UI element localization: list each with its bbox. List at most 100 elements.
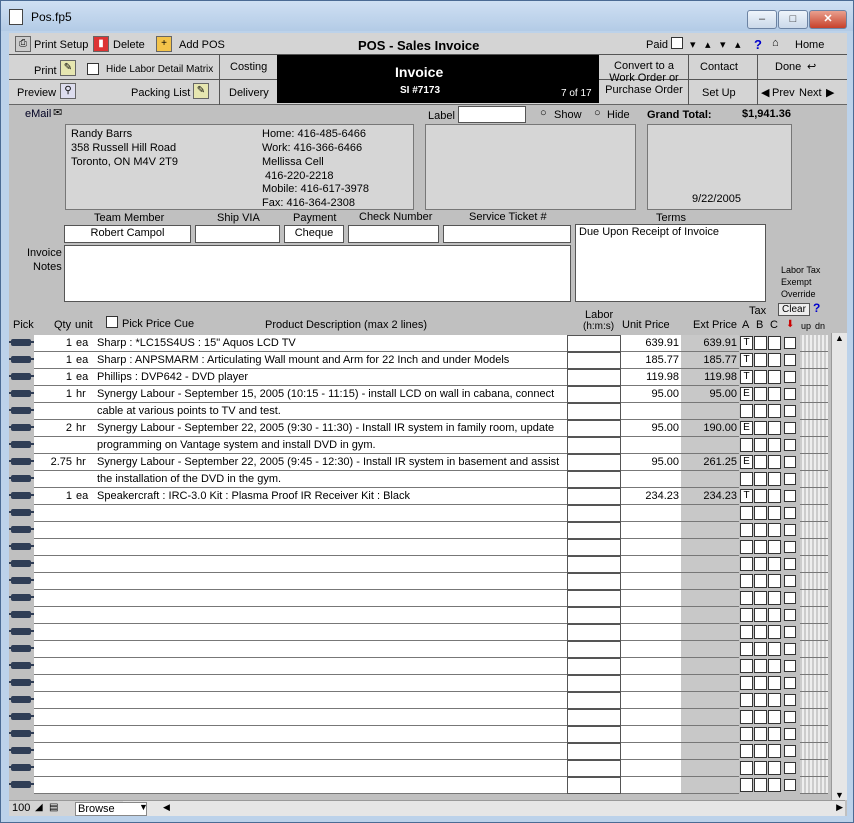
reorder-handle[interactable] [800,335,828,352]
tax-c-cell[interactable] [768,540,781,554]
unit-cell[interactable]: ea [74,335,95,352]
tax-a-cell[interactable] [740,438,753,452]
labor-tax-override-checkbox[interactable] [784,745,796,757]
pick-icon[interactable] [9,713,34,720]
tax-b-cell[interactable] [754,608,767,622]
labor-tax-override-checkbox[interactable] [784,660,796,672]
tax-a-cell[interactable] [740,540,753,554]
unit-price-cell[interactable]: 234.23 [621,488,681,505]
tax-c-cell[interactable] [768,472,781,486]
pick-icon[interactable] [9,560,34,567]
tax-b-cell[interactable] [754,642,767,656]
unit-cell[interactable]: hr [74,420,95,437]
label-input[interactable] [458,106,526,123]
qty-cell[interactable] [34,709,74,726]
tax-b-cell[interactable] [754,693,767,707]
tax-b-cell[interactable] [754,761,767,775]
unit-price-cell[interactable]: 95.00 [621,420,681,437]
reorder-handle[interactable] [800,675,828,692]
next-button[interactable]: Next [799,87,822,99]
unit-cell[interactable] [74,675,95,692]
zoom-icon[interactable]: ◢ [35,802,43,813]
labor-tax-override-checkbox[interactable] [784,643,796,655]
pick-icon[interactable] [9,645,34,652]
pick-icon[interactable] [9,356,34,363]
pick-icon[interactable] [9,492,34,499]
unit-cell[interactable]: hr [74,454,95,471]
tax-b-cell[interactable] [754,574,767,588]
pick-icon[interactable] [9,407,34,414]
tax-a-cell[interactable] [740,523,753,537]
description-cell[interactable] [95,539,567,556]
unit-cell[interactable] [74,607,95,624]
show-radio[interactable]: ○ [540,107,547,119]
tax-c-cell[interactable] [768,574,781,588]
unit-cell[interactable]: hr [74,386,95,403]
pick-icon[interactable] [9,441,34,448]
pick-icon[interactable] [9,526,34,533]
last-record-icon[interactable]: ▾ [720,38,726,51]
pick-icon[interactable] [9,339,34,346]
labor-tax-override-checkbox[interactable] [784,779,796,791]
pick-icon[interactable] [9,696,34,703]
qty-cell[interactable] [34,556,74,573]
layout-icon[interactable]: ▤ [49,802,58,813]
qty-cell[interactable] [34,590,74,607]
description-cell[interactable]: programming on Vantage system and instal… [95,437,567,454]
labor-cell[interactable] [567,539,621,556]
tax-b-cell[interactable] [754,778,767,792]
ship-via-field[interactable] [195,225,280,243]
reorder-handle[interactable] [800,658,828,675]
service-ticket-field[interactable] [443,225,571,243]
tax-c-cell[interactable] [768,727,781,741]
paid-checkbox[interactable] [671,37,683,49]
description-cell[interactable]: Phillips : DVP642 - DVD player [95,369,567,386]
labor-tax-override-checkbox[interactable] [784,728,796,740]
description-cell[interactable] [95,743,567,760]
reorder-handle[interactable] [800,641,828,658]
labor-cell[interactable] [567,335,621,352]
tax-c-cell[interactable] [768,506,781,520]
magnifier-icon[interactable]: ⚲ [60,83,76,99]
print-setup-button[interactable]: Print Setup [34,39,88,51]
reorder-handle[interactable] [800,607,828,624]
unit-price-cell[interactable] [621,624,681,641]
tax-b-cell[interactable] [754,404,767,418]
description-cell[interactable] [95,590,567,607]
qty-cell[interactable] [34,505,74,522]
reorder-handle[interactable] [800,454,828,471]
tax-b-cell[interactable] [754,676,767,690]
description-cell[interactable]: Sharp : *LC15S4US : 15" Aquos LCD TV [95,335,567,352]
tax-b-cell[interactable] [754,472,767,486]
tax-a-cell[interactable] [740,608,753,622]
scroll-up-icon[interactable]: ▲ [835,333,844,343]
invoice-notes-field[interactable] [64,245,571,302]
pick-icon[interactable] [9,747,34,754]
reorder-handle[interactable] [800,437,828,454]
tax-b-cell[interactable] [754,557,767,571]
labor-tax-override-checkbox[interactable] [784,388,796,400]
prev-button[interactable]: Prev [772,87,795,99]
reorder-handle[interactable] [800,522,828,539]
description-cell[interactable]: Synergy Labour - September 15, 2005 (10:… [95,386,567,403]
delivery-button[interactable]: Delivery [229,87,269,99]
tax-c-cell[interactable] [768,761,781,775]
labor-cell[interactable] [567,675,621,692]
qty-cell[interactable] [34,607,74,624]
unit-cell[interactable] [74,522,95,539]
unit-cell[interactable] [74,437,95,454]
tax-b-cell[interactable] [754,336,767,350]
unit-cell[interactable] [74,760,95,777]
email-icon[interactable]: ✉ [53,106,62,119]
tax-a-cell[interactable] [740,574,753,588]
contact-button[interactable]: Contact [700,61,738,73]
unit-cell[interactable] [74,624,95,641]
unit-cell[interactable] [74,556,95,573]
vertical-scrollbar[interactable]: ▲ ▼ [831,333,847,800]
pick-icon[interactable] [9,679,34,686]
scroll-right-icon[interactable]: ▶ [836,802,843,813]
unit-price-cell[interactable] [621,675,681,692]
unit-price-cell[interactable] [621,760,681,777]
labor-cell[interactable] [567,607,621,624]
qty-cell[interactable] [34,539,74,556]
